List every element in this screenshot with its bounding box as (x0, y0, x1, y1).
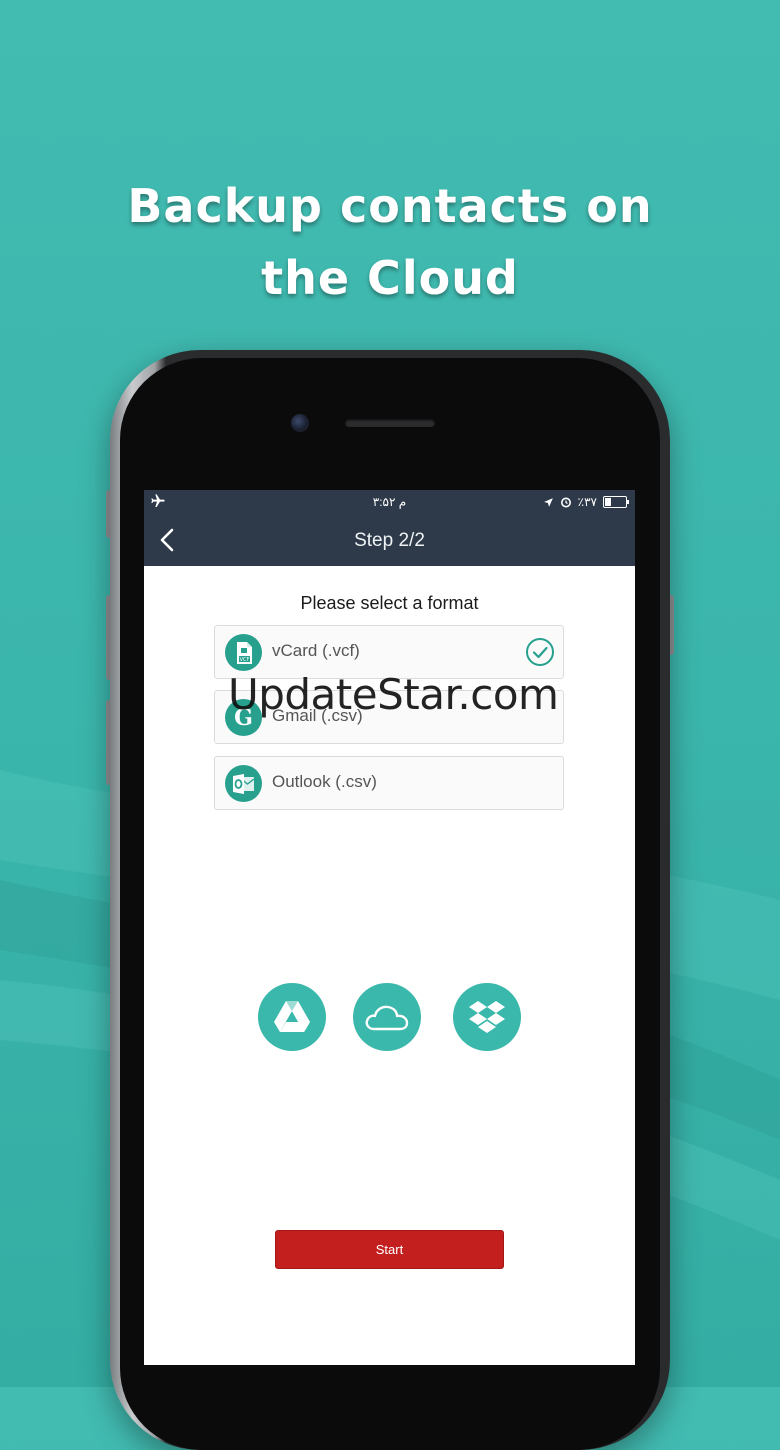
front-camera (291, 414, 309, 432)
start-button[interactable]: Start (275, 1230, 504, 1269)
dropbox-button[interactable] (453, 983, 521, 1051)
location-icon (543, 497, 553, 507)
svg-text:VCF: VCF (239, 657, 249, 663)
status-right: ٪۳۷ (543, 495, 629, 509)
alarm-icon (560, 497, 571, 508)
dropbox-icon (469, 1001, 505, 1033)
earpiece-speaker (345, 419, 435, 427)
cloud-service-row (257, 983, 527, 1053)
status-bar: ۳:۵۲ م ٪۳۷ (144, 490, 635, 514)
nav-title: Step 2/2 (354, 530, 425, 551)
battery-icon (603, 496, 629, 508)
format-label: vCard (.vcf) (272, 641, 360, 660)
watermark-text: UpdateStar.com (228, 670, 559, 719)
vcard-file-icon: VCF (225, 634, 262, 671)
google-drive-button[interactable] (258, 983, 326, 1051)
headline-line-1: Backup contacts on (127, 179, 653, 233)
nav-bar: Step 2/2 (144, 514, 635, 566)
outlook-icon (225, 765, 262, 802)
headline-line-2: the Cloud (261, 251, 519, 305)
app-screen: ۳:۵۲ م ٪۳۷ Step 2/2 Please select a form… (144, 490, 635, 1365)
battery-percent: ٪۳۷ (577, 495, 597, 509)
format-label: Outlook (.csv) (272, 772, 377, 791)
format-prompt: Please select a format (300, 593, 479, 613)
icloud-button[interactable] (353, 983, 421, 1051)
icloud-icon (365, 1005, 409, 1031)
headline: Backup contacts on the Cloud (0, 170, 780, 314)
checkmark-circle-icon (526, 638, 554, 666)
google-drive-icon (274, 1001, 310, 1032)
format-option-outlook[interactable]: Outlook (.csv) (214, 756, 564, 810)
